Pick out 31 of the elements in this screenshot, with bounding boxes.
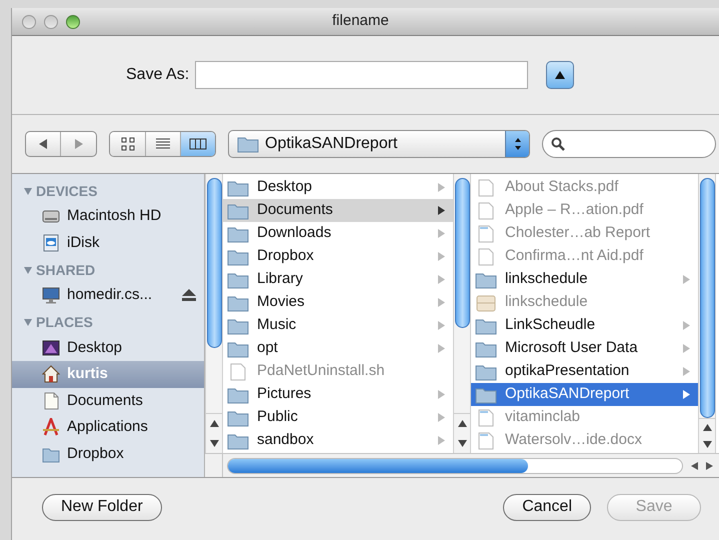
file-row[interactable]: LinkScheudle (471, 314, 698, 337)
dialog-button[interactable]: Cancel (503, 494, 591, 520)
sidebar-item[interactable]: Macintosh HD (12, 203, 204, 230)
file-row[interactable]: opt (223, 337, 453, 360)
section-header: DEVICES (36, 182, 98, 200)
file-row[interactable]: Desktop (223, 176, 453, 199)
file-row[interactable]: Dropbox (223, 245, 453, 268)
file-row[interactable]: Public (223, 406, 453, 429)
sidebar-item[interactable]: Desktop (12, 334, 204, 361)
dialog-button[interactable]: New Folder (42, 494, 162, 520)
file-row[interactable]: OptikaSANDreport (471, 383, 698, 406)
window-title: filename (332, 11, 389, 32)
file-row[interactable]: Microsoft User Data (471, 337, 698, 360)
file-row[interactable]: Downloads (223, 222, 453, 245)
location-popup[interactable]: OptikaSANDreport (228, 130, 530, 158)
file-row[interactable]: Movies (223, 291, 453, 314)
sidebar-item[interactable]: Applications (12, 414, 204, 440)
file-row[interactable]: Documents (223, 199, 453, 222)
file-row[interactable]: optikaPresentation (471, 360, 698, 383)
file-row[interactable]: Music (223, 314, 453, 337)
section-header: PLACES (36, 313, 93, 332)
section-header: SHARED (36, 260, 96, 280)
sidebar-item[interactable]: iDisk (12, 230, 204, 256)
save-as-label: Save As: (126, 65, 190, 85)
file-row[interactable]: Pictures (223, 383, 453, 406)
sidebar-item[interactable]: Documents (12, 388, 204, 414)
file-row[interactable]: Library (223, 268, 453, 291)
file-row[interactable]: sandbox (223, 429, 453, 452)
sidebar-item[interactable]: homedir.cs... (12, 282, 204, 308)
sidebar-item[interactable]: Dropbox (12, 440, 204, 467)
file-row[interactable]: linkschedule (471, 268, 698, 291)
